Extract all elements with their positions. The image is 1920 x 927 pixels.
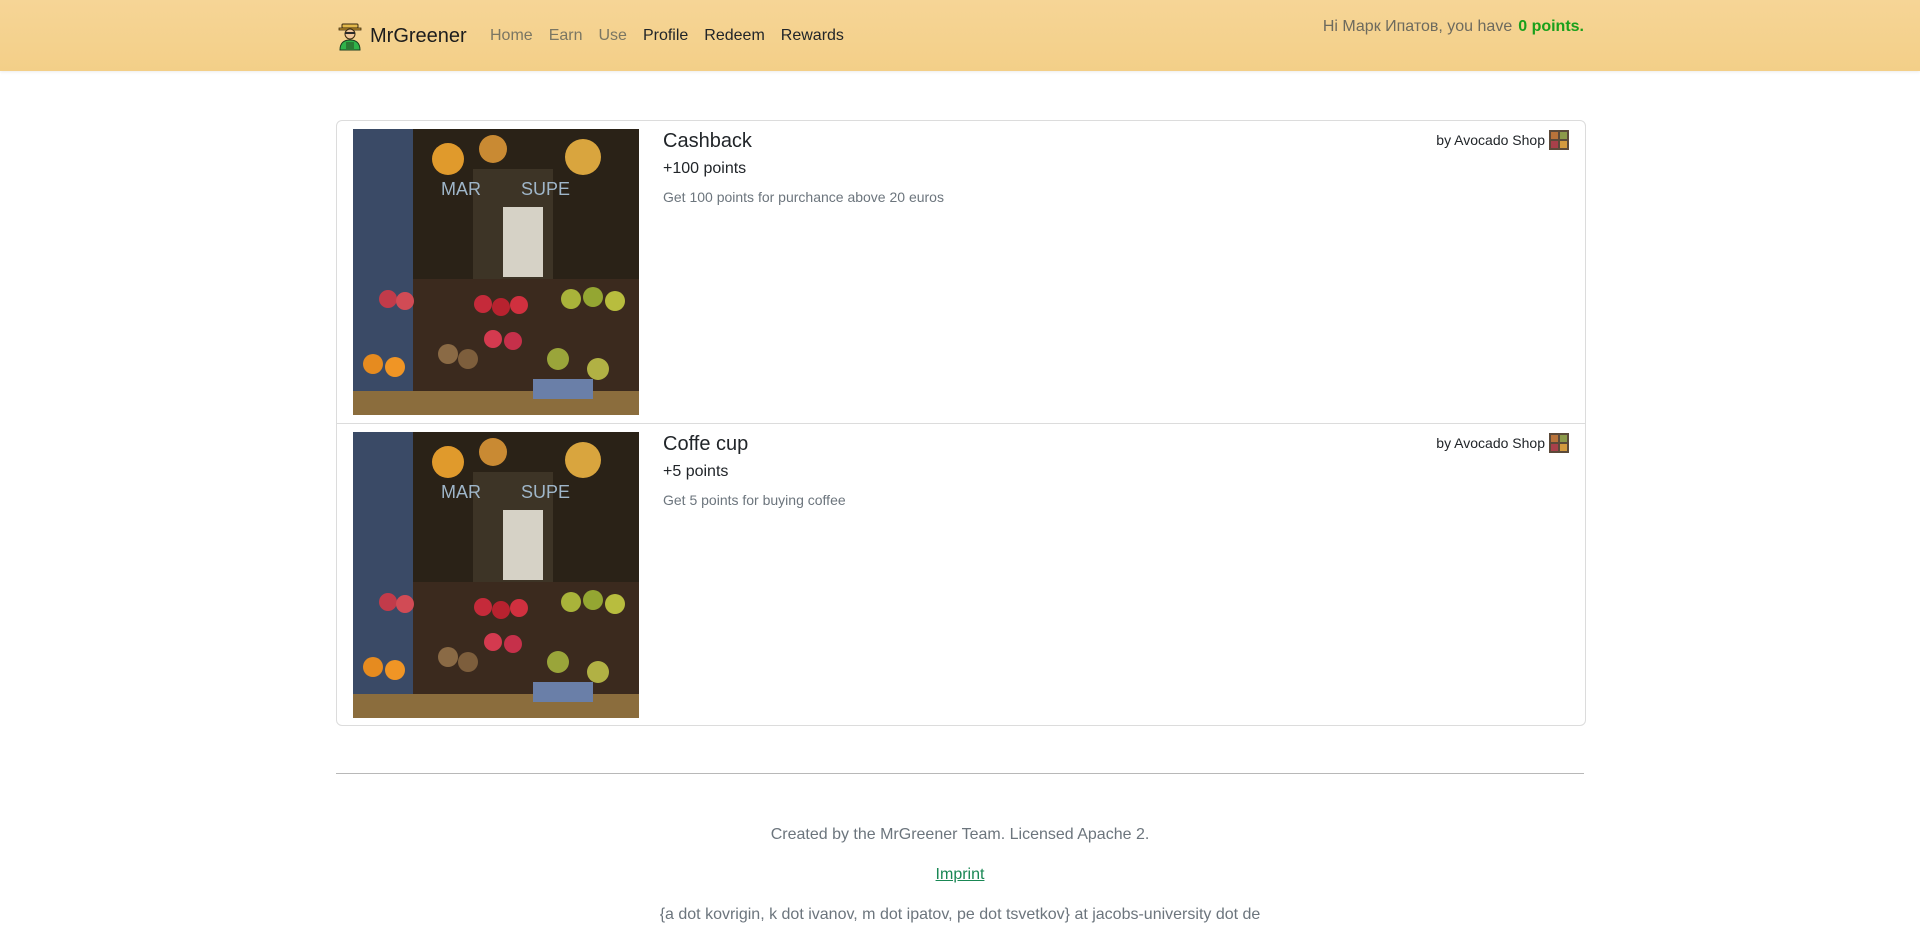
nav-link-profile[interactable]: Profile <box>635 25 696 47</box>
footer-credits: Created by the MrGreener Team. Licensed … <box>770 826 1150 843</box>
svg-text:SUPE: SUPE <box>521 482 570 502</box>
svg-text:MAR: MAR <box>441 482 481 502</box>
offer-title: Cashback <box>663 130 752 152</box>
svg-text:SUPE: SUPE <box>521 179 570 199</box>
navbar-container: MrGreener Home Earn Use Profile Redeem R… <box>336 0 1584 71</box>
list-item[interactable]: MAR SUPE Cashback +100 points Get 100 po… <box>337 121 1585 423</box>
svg-text:MAR: MAR <box>441 179 481 199</box>
navbar: MrGreener Home Earn Use Profile Redeem R… <box>0 0 1920 71</box>
offers-list: MAR SUPE Cashback +100 points Get 100 po… <box>336 120 1586 726</box>
greeting-text: Hi Марк Ипатов, you have <box>1322 18 1513 35</box>
brand-link[interactable]: MrGreener <box>336 20 467 52</box>
list-item[interactable]: MAR SUPE Coffe cup +5 points Get 5 point… <box>337 423 1585 725</box>
imprint-link[interactable]: Imprint <box>936 866 985 883</box>
points-greeting: Hi Марк Ипатов, you have 0 points. <box>1323 18 1584 36</box>
market-stall-image-icon: MAR SUPE <box>353 432 639 718</box>
offer-description: Get 100 points for purchance above 20 eu… <box>663 189 944 205</box>
footer-contacts: {a dot kovrigin, k dot ivanov, m dot ipa… <box>659 906 1261 923</box>
offer-vendor: by Avocado Shop <box>1436 130 1569 150</box>
vendor-label: by Avocado Shop <box>1436 132 1545 148</box>
nav-link-home[interactable]: Home <box>482 25 541 47</box>
nav-link-earn[interactable]: Earn <box>541 25 591 47</box>
nav-links: Home Earn Use Profile Redeem Rewards <box>482 25 852 47</box>
nav-link-redeem[interactable]: Redeem <box>696 25 772 47</box>
offer-points: +100 points <box>663 160 747 177</box>
offer-vendor: by Avocado Shop <box>1436 433 1569 453</box>
offer-image: MAR SUPE <box>353 432 639 718</box>
footer-divider <box>336 773 1584 774</box>
offer-image: MAR SUPE <box>353 129 639 415</box>
offer-title: Coffe cup <box>663 433 749 455</box>
shop-avatar-icon <box>1549 130 1569 150</box>
market-stall-image-icon: MAR SUPE <box>353 129 639 415</box>
nav-link-use[interactable]: Use <box>590 25 634 47</box>
vendor-label: by Avocado Shop <box>1436 435 1545 451</box>
footer-imprint: Imprint <box>0 866 1920 884</box>
brand-name: MrGreener <box>370 24 467 47</box>
shop-avatar-icon <box>1549 433 1569 453</box>
offer-points: +5 points <box>663 463 729 480</box>
nav-link-rewards[interactable]: Rewards <box>773 25 852 47</box>
points-balance: 0 points. <box>1518 18 1584 35</box>
offer-description: Get 5 points for buying coffee <box>663 492 846 508</box>
farmer-logo-icon <box>338 23 362 51</box>
